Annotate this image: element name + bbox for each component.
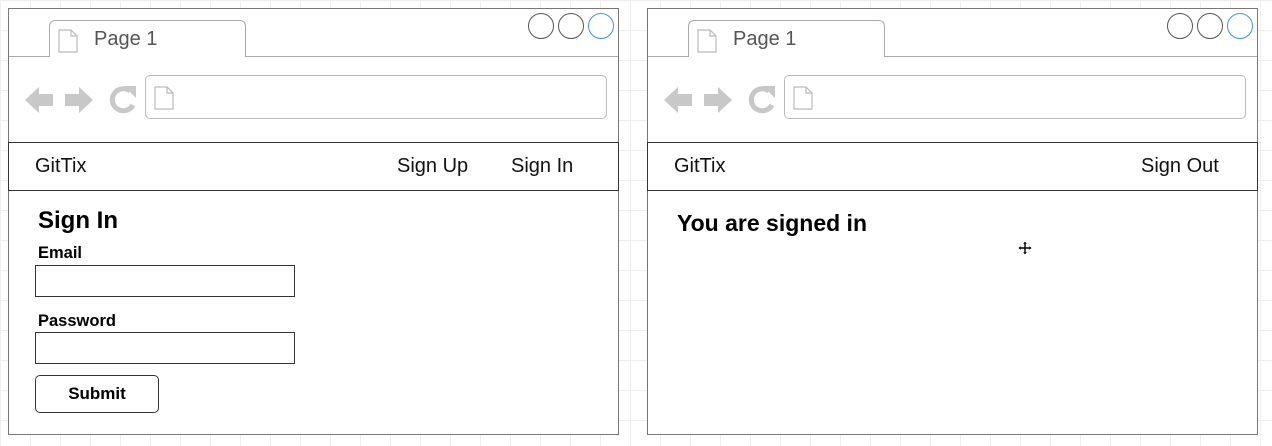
page-icon bbox=[697, 29, 717, 53]
browser-tab[interactable]: Page 1 bbox=[49, 20, 246, 57]
back-arrow-icon[interactable] bbox=[664, 87, 692, 113]
app-header: GitTix Sign Out bbox=[647, 142, 1258, 191]
signed-in-message: You are signed in bbox=[677, 210, 867, 236]
sign-in-link[interactable]: Sign In bbox=[511, 155, 573, 178]
email-label: Email bbox=[38, 244, 83, 262]
app-header: GitTix Sign Up Sign In bbox=[8, 142, 619, 191]
window-button-1[interactable] bbox=[528, 13, 554, 39]
browser-nav-controls bbox=[25, 86, 136, 114]
forward-arrow-icon[interactable] bbox=[65, 87, 93, 113]
reload-icon[interactable] bbox=[109, 86, 136, 114]
window-button-3[interactable] bbox=[1227, 13, 1253, 39]
browser-mockup-signed-in: Page 1 GitTix Sign Out You are signed in bbox=[647, 8, 1258, 435]
page-icon bbox=[793, 86, 813, 110]
address-bar[interactable] bbox=[784, 75, 1246, 119]
email-field[interactable] bbox=[35, 265, 295, 297]
window-button-2[interactable] bbox=[1197, 13, 1223, 39]
window-buttons bbox=[1167, 13, 1253, 39]
brand-link[interactable]: GitTix bbox=[35, 155, 86, 178]
reload-icon[interactable] bbox=[748, 86, 775, 114]
address-bar[interactable] bbox=[145, 75, 607, 119]
browser-mockup-signed-out: Page 1 GitTix Sign Up Sign In Sign In Em… bbox=[8, 8, 619, 435]
tab-title: Page 1 bbox=[94, 28, 158, 50]
sign-out-link[interactable]: Sign Out bbox=[1141, 155, 1219, 178]
password-label: Password bbox=[38, 312, 116, 330]
forward-arrow-icon[interactable] bbox=[704, 87, 732, 113]
window-buttons bbox=[528, 13, 614, 39]
page-icon bbox=[154, 86, 174, 110]
sign-up-link[interactable]: Sign Up bbox=[397, 155, 468, 178]
window-button-1[interactable] bbox=[1167, 13, 1193, 39]
back-arrow-icon[interactable] bbox=[25, 87, 53, 113]
tab-title: Page 1 bbox=[733, 28, 797, 50]
browser-tab[interactable]: Page 1 bbox=[688, 20, 885, 57]
password-field[interactable] bbox=[35, 332, 295, 364]
brand-link[interactable]: GitTix bbox=[674, 155, 725, 178]
page-icon bbox=[58, 29, 78, 53]
move-cursor-icon bbox=[1018, 241, 1032, 255]
browser-nav-controls bbox=[664, 86, 775, 114]
window-button-2[interactable] bbox=[558, 13, 584, 39]
window-button-3[interactable] bbox=[588, 13, 614, 39]
sign-in-heading: Sign In bbox=[38, 207, 118, 234]
submit-button[interactable]: Submit bbox=[35, 375, 159, 413]
